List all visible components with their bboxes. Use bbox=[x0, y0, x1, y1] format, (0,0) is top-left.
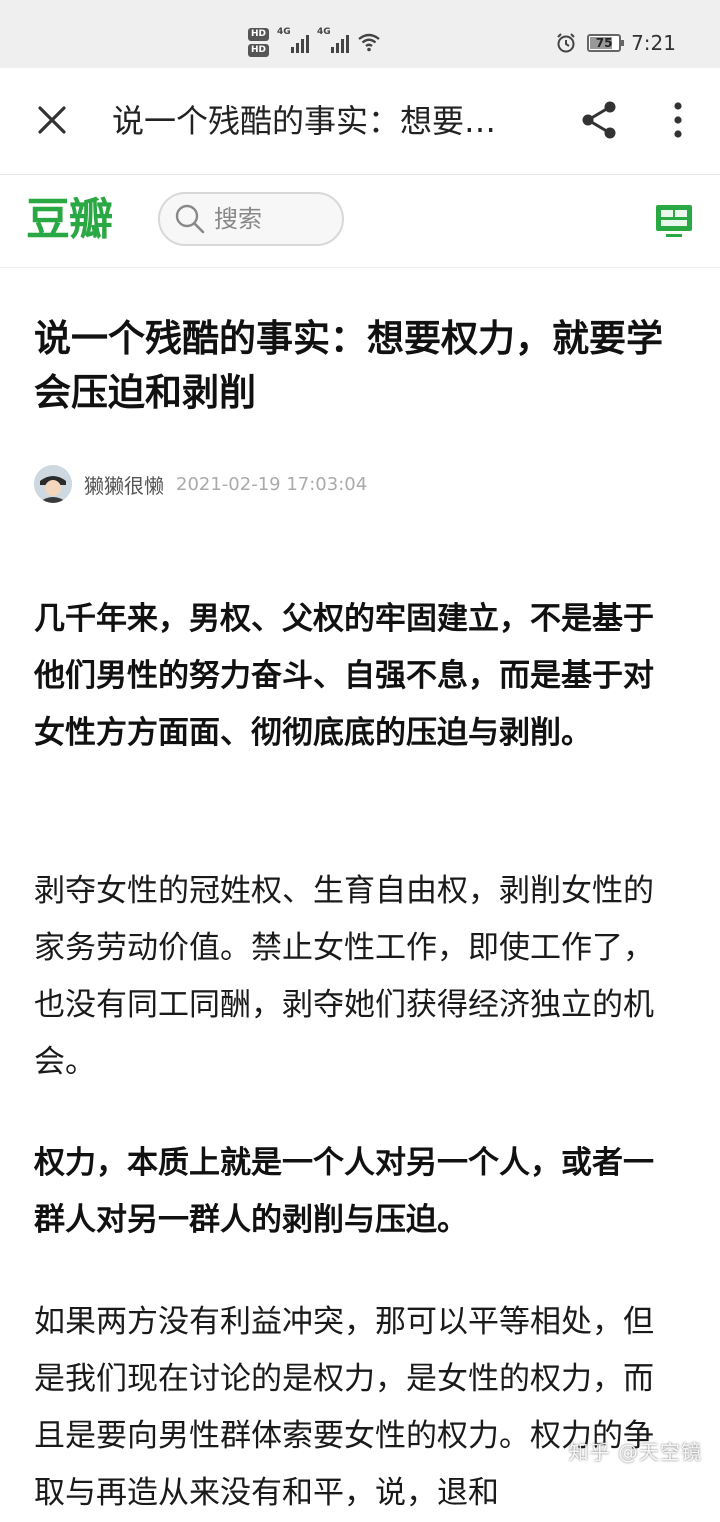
desktop-version-button[interactable] bbox=[654, 201, 694, 241]
article-title: 说一个残酷的事实：想要权力，就要学会压迫和剥削 bbox=[34, 317, 663, 414]
battery-icon: 75 bbox=[587, 34, 625, 52]
more-options-button[interactable] bbox=[660, 98, 696, 142]
share-icon bbox=[582, 101, 616, 139]
search-box[interactable] bbox=[158, 192, 344, 246]
paragraph-4: 如果两方没有利益冲突，那可以平等相处，但是我们现在讨论的是权力，是女性的权力，而… bbox=[34, 1304, 654, 1511]
app-bar: 说一个残酷的事实：想要权力，就要学会压迫和剥削 bbox=[0, 68, 720, 175]
network-type-1: 4G bbox=[277, 27, 291, 37]
watermark: 知乎 @天空镜 bbox=[568, 1440, 702, 1464]
battery-level: 75 bbox=[595, 36, 613, 50]
wifi-icon bbox=[358, 33, 380, 52]
close-button[interactable] bbox=[30, 98, 74, 142]
douban-logo[interactable]: 豆瓣 bbox=[26, 193, 113, 247]
app-bar-title: 说一个残酷的事实：想要权力，就要学会压迫和剥削 bbox=[112, 102, 522, 140]
hd-badge-1: HD bbox=[248, 27, 270, 41]
article-meta: 獭獭很懒 2021-02-19 17:03:04 bbox=[34, 464, 367, 504]
status-time: 7:21 bbox=[631, 31, 676, 55]
network-type-2: 4G bbox=[317, 27, 331, 37]
close-icon bbox=[38, 106, 66, 134]
status-left-icons: HD HD 4G 4G bbox=[248, 22, 381, 62]
desktop-icon bbox=[656, 205, 692, 237]
alarm-icon bbox=[557, 33, 575, 53]
hd-badge-2: HD bbox=[248, 43, 270, 57]
search-icon bbox=[175, 204, 205, 234]
avatar-image bbox=[34, 465, 72, 503]
search-input[interactable] bbox=[212, 204, 336, 234]
publish-time: 2021-02-19 17:03:04 bbox=[176, 473, 368, 495]
share-button[interactable] bbox=[578, 98, 622, 142]
paragraph-1: 几千年来，男权、父权的牢固建立，不是基于他们男性的努力奋斗、自强不息，而是基于对… bbox=[34, 601, 654, 751]
paragraph-2: 剥夺女性的冠姓权、生育自由权，剥削女性的家务劳动价值。禁止女性工作，即使工作了，… bbox=[34, 873, 654, 1080]
status-bar: HD HD 4G 4G 75 7:21 bbox=[0, 0, 720, 68]
hd-indicators: HD HD bbox=[248, 27, 270, 57]
more-vertical-icon bbox=[674, 102, 682, 138]
author-name[interactable]: 獭獭很懒 bbox=[84, 470, 164, 499]
paragraph-3: 权力，本质上就是一个人对另一个人，或者一群人对另一群人的剥削与压迫。 bbox=[34, 1145, 654, 1238]
douban-header: 豆瓣 bbox=[0, 175, 720, 268]
signal-icon-sim1: 4G bbox=[277, 27, 310, 53]
status-right-icons: 75 7:21 bbox=[555, 28, 676, 58]
signal-icon-sim2: 4G bbox=[317, 27, 350, 53]
avatar[interactable] bbox=[34, 465, 72, 503]
